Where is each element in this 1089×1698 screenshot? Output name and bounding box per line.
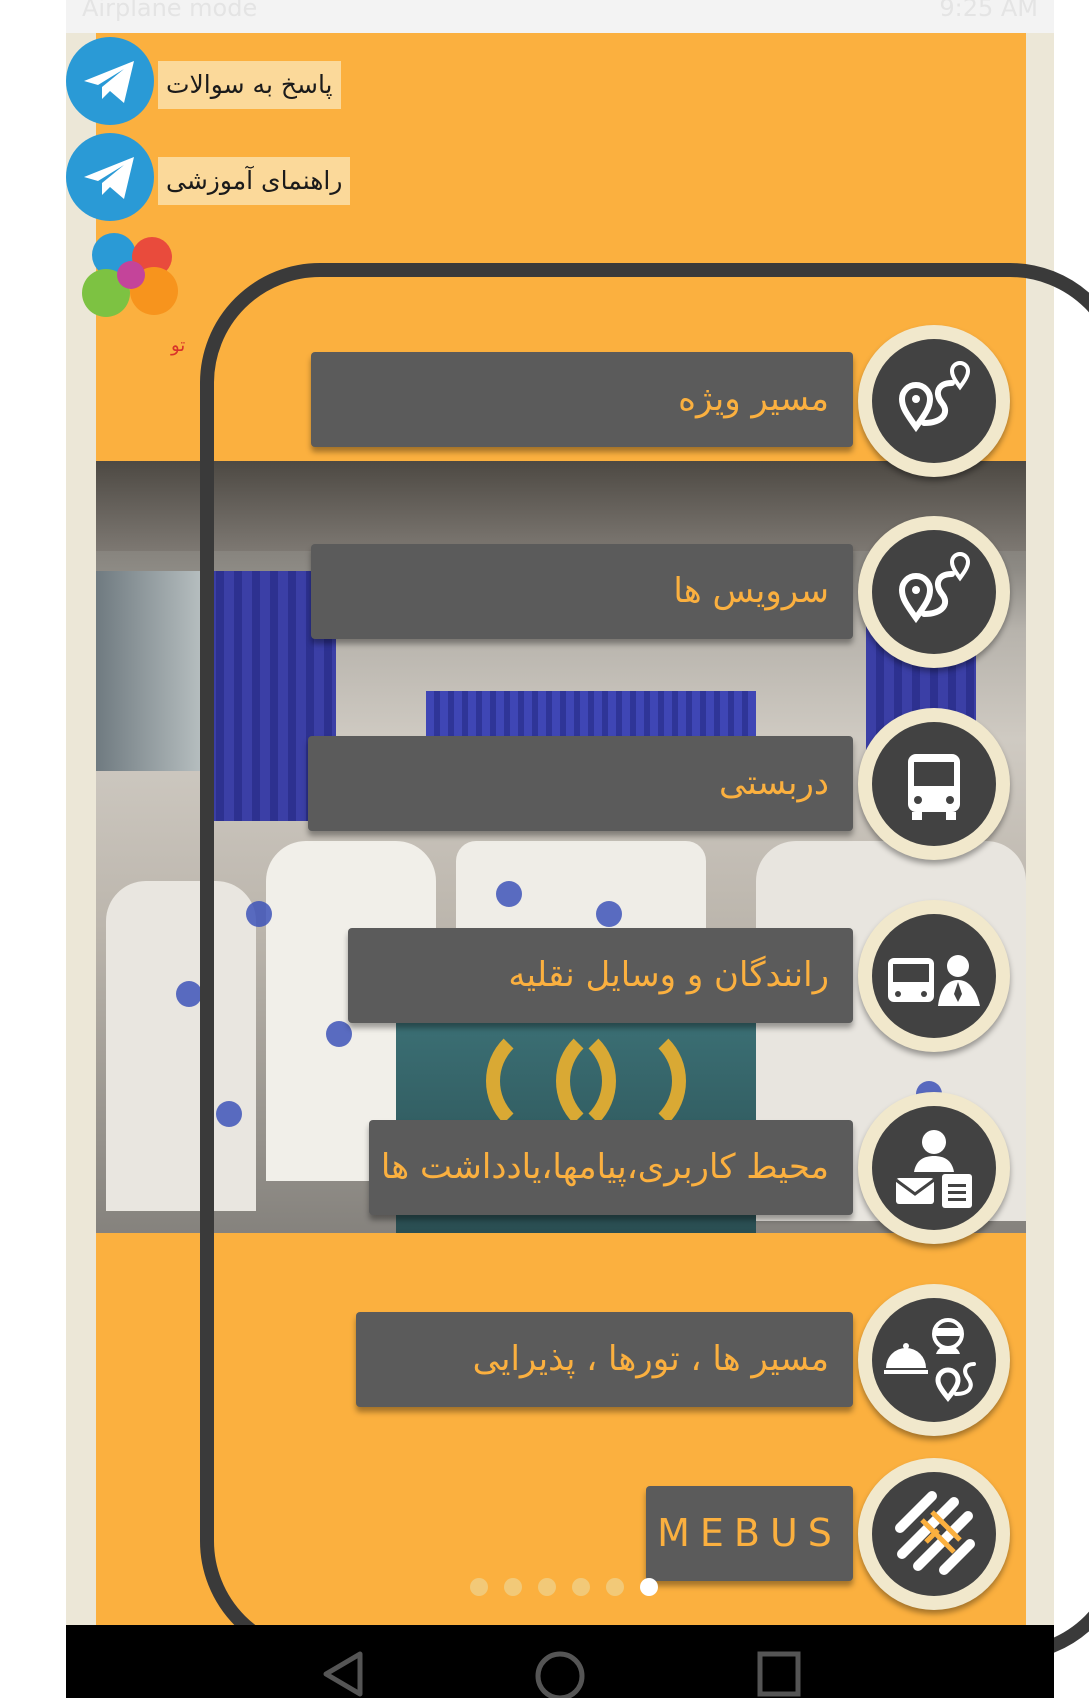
menu-mebus-icon-button[interactable] [858,1458,1010,1610]
page-dot[interactable] [572,1578,590,1596]
system-navigation-bar [66,1625,1054,1698]
menu-user-area-button[interactable]: محیط کاربری،پیامها،یادداشت ها [369,1120,853,1215]
photo-window [96,571,206,771]
page-dot[interactable] [538,1578,556,1596]
status-time: 9:25 AM [939,0,1038,22]
menu-drivers-vehicles-button[interactable]: رانندگان و وسایل نقلیه [348,928,853,1023]
menu-special-route-button[interactable]: مسیر ویژه [311,352,853,447]
home-icon[interactable] [534,1650,586,1698]
back-icon[interactable] [320,1650,366,1698]
tehran-ba-to-logo: تهران با تو [76,225,249,357]
menu-services-button[interactable]: سرویس ها [311,544,853,639]
menu-routes-tours-icon-button[interactable] [858,1284,1010,1436]
telegram-icon [66,133,154,221]
menu-mebus-button[interactable]: MEBUS [646,1486,853,1581]
app-root: Airplane mode 9:25 AM پاسخ به سوالات راه… [0,0,1089,1698]
menu-services-icon-button[interactable] [858,516,1010,668]
faq-link-label: پاسخ به سوالات [158,61,341,109]
menu-special-route-icon-button[interactable] [858,325,1010,477]
faq-telegram-link[interactable]: پاسخ به سوالات [66,37,366,127]
status-bar: Airplane mode 9:25 AM [66,0,1054,33]
menu-charter-button[interactable]: دربستی [308,736,853,831]
telegram-icon [66,37,154,125]
menu-drivers-vehicles-icon-button[interactable] [858,900,1010,1052]
page-dot[interactable] [504,1578,522,1596]
page-dot[interactable] [470,1578,488,1596]
page-dot-active[interactable] [640,1578,658,1596]
logo-text: تهران با تو [170,335,186,356]
page-dot[interactable] [606,1578,624,1596]
status-left-text: Airplane mode [82,0,258,22]
tutorial-telegram-link[interactable]: راهنمای آموزشی [66,133,366,223]
recents-icon[interactable] [756,1650,802,1698]
photo-pattern [176,981,202,1007]
menu-routes-tours-button[interactable]: مسیر ها ، تورها ، پذیرایی [356,1312,853,1407]
menu-user-area-icon-button[interactable] [858,1092,1010,1244]
menu-charter-icon-button[interactable] [858,708,1010,860]
tutorial-link-label: راهنمای آموزشی [158,157,351,205]
